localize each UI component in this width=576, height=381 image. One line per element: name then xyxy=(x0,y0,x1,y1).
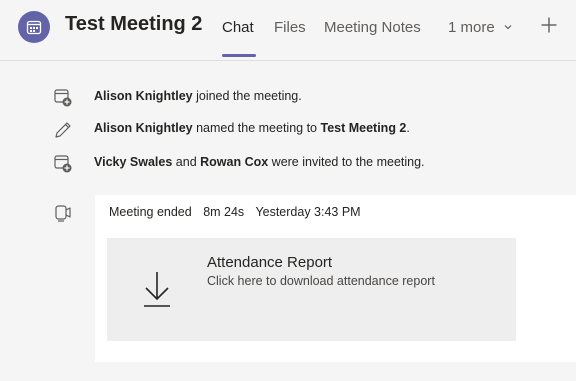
calendar-add-icon xyxy=(54,155,72,173)
plus-icon xyxy=(541,17,557,33)
participant-name[interactable]: Alison Knightley xyxy=(94,89,193,103)
event-message: joined the meeting. xyxy=(192,89,302,103)
participant-name[interactable]: Vicky Swales xyxy=(94,155,172,169)
meeting-ended-info: Meeting ended 8m 24s Yesterday 3:43 PM xyxy=(109,205,369,219)
meeting-header: Test Meeting 2 Chat Files Meeting Notes … xyxy=(0,0,576,61)
tab-more-label: 1 more xyxy=(448,19,495,36)
tab-more[interactable]: 1 more xyxy=(448,19,513,36)
event-conjunction: and xyxy=(172,155,201,169)
event-text: Alison Knightley joined the meeting. xyxy=(94,89,302,103)
chevron-down-icon xyxy=(504,25,512,30)
tab-chat[interactable]: Chat xyxy=(222,19,254,36)
calendar-icon xyxy=(26,20,42,35)
report-title: Attendance Report xyxy=(207,254,333,271)
meeting-name: Test Meeting 2 xyxy=(320,121,407,135)
report-subtitle: Click here to download attendance report xyxy=(207,274,435,288)
event-invited: Vicky Swales and Rowan Cox were invited … xyxy=(0,153,576,173)
event-renamed: Alison Knightley named the meeting to Te… xyxy=(0,119,576,139)
participant-name[interactable]: Alison Knightley xyxy=(94,121,193,135)
tab-meeting-notes[interactable]: Meeting Notes xyxy=(324,19,421,36)
participant-name[interactable]: Rowan Cox xyxy=(200,155,268,169)
page-title: Test Meeting 2 xyxy=(65,13,203,35)
meeting-time: Yesterday 3:43 PM xyxy=(255,205,361,219)
event-message: were invited to the meeting. xyxy=(268,155,425,169)
meeting-duration: 8m 24s xyxy=(203,205,245,219)
add-tab-button[interactable] xyxy=(538,11,560,39)
event-joined: Alison Knightley joined the meeting. xyxy=(0,87,576,107)
meeting-ended-card: Meeting ended 8m 24s Yesterday 3:43 PM A… xyxy=(95,195,576,362)
event-text: Vicky Swales and Rowan Cox were invited … xyxy=(94,155,425,169)
video-camera-icon xyxy=(55,205,71,222)
tab-files[interactable]: Files xyxy=(274,19,306,36)
meeting-avatar[interactable] xyxy=(18,11,50,43)
download-icon xyxy=(144,272,170,307)
attendance-report-button[interactable]: Attendance Report Click here to download… xyxy=(107,238,516,341)
active-tab-indicator xyxy=(222,54,256,57)
meeting-status: Meeting ended xyxy=(109,205,192,219)
event-message: named the meeting to xyxy=(192,121,321,135)
calendar-add-icon xyxy=(54,89,72,107)
event-text: Alison Knightley named the meeting to Te… xyxy=(94,121,410,135)
event-message-end: . xyxy=(406,121,410,135)
pencil-icon xyxy=(55,122,71,138)
